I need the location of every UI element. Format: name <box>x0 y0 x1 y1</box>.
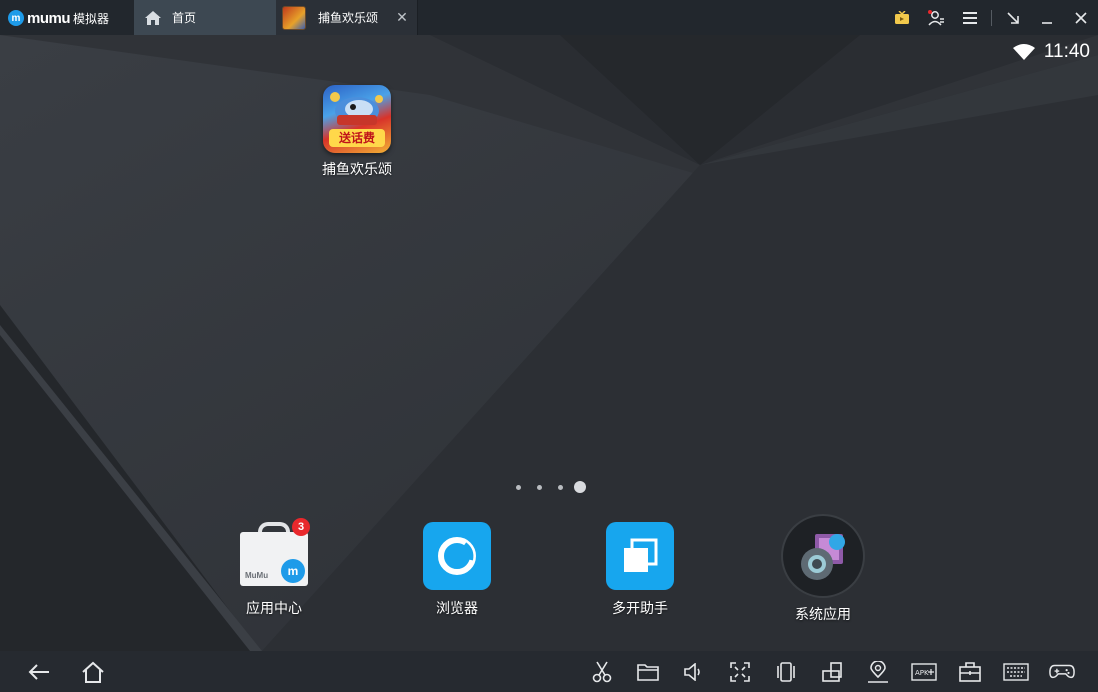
dock-system-apps[interactable]: 系统应用 <box>763 516 883 624</box>
volume-icon[interactable] <box>681 659 707 685</box>
folder-icon[interactable] <box>635 659 661 685</box>
minimize-icon[interactable] <box>1030 0 1064 35</box>
logo-badge-icon: m <box>8 10 24 26</box>
wallpaper <box>0 35 1098 651</box>
emulator-toolbar: APK <box>0 651 1098 692</box>
dock-app-label: 应用中心 <box>246 600 302 616</box>
gamepad-icon[interactable] <box>1049 659 1075 685</box>
fullscreen-icon[interactable] <box>727 659 753 685</box>
app-logo: m mumu 模拟器 <box>8 8 109 28</box>
page-dot-active[interactable] <box>574 481 586 493</box>
tab-close-icon[interactable]: ✕ <box>395 10 409 24</box>
tab-home-label: 首页 <box>172 11 197 25</box>
wifi-icon <box>1012 43 1036 61</box>
home-icon <box>144 10 162 26</box>
minimize-to-tray-icon[interactable] <box>996 0 1030 35</box>
system-apps-icon <box>783 516 863 596</box>
title-bar: m mumu 模拟器 首页 捕鱼欢乐颂 ✕ <box>0 0 1098 35</box>
android-home-screen: 11:40 送话费 捕鱼欢乐颂 MuMu m 3 应用中心 浏览器 多开助手 系… <box>0 35 1098 651</box>
location-icon[interactable] <box>865 659 891 685</box>
page-indicator <box>0 480 1098 494</box>
app-center-icon: MuMu m 3 <box>240 518 310 590</box>
multi-instance-icon <box>606 522 674 590</box>
status-clock: 11:40 <box>1043 41 1090 62</box>
page-dot[interactable] <box>516 485 521 490</box>
dock-multi-instance[interactable]: 多开助手 <box>580 522 700 618</box>
rotate-icon[interactable] <box>819 659 845 685</box>
game-thumbnail-icon <box>282 5 306 30</box>
dock-app-label: 系统应用 <box>795 606 851 622</box>
menu-icon[interactable] <box>953 0 987 35</box>
dock-browser[interactable]: 浏览器 <box>397 522 517 618</box>
home-icon[interactable] <box>80 659 106 685</box>
close-icon[interactable] <box>1064 0 1098 35</box>
fishing-game-icon: 送话费 <box>323 85 391 153</box>
notification-badge: 3 <box>292 518 310 536</box>
status-bar: 11:40 <box>1012 39 1090 65</box>
tab-game[interactable]: 捕鱼欢乐颂 ✕ <box>276 0 418 35</box>
page-dot[interactable] <box>537 485 542 490</box>
mumu-logo-icon: m <box>281 559 305 583</box>
logo-subtitle: 模拟器 <box>73 11 110 26</box>
keyboard-icon[interactable] <box>1003 659 1029 685</box>
toolbox-icon[interactable] <box>957 659 983 685</box>
page-dot[interactable] <box>558 485 563 490</box>
store-brand-text: MuMu <box>245 571 269 580</box>
dock-app-label: 多开助手 <box>612 600 668 616</box>
dock-app-center[interactable]: MuMu m 3 应用中心 <box>214 518 334 618</box>
apk-install-icon[interactable]: APK <box>911 659 937 685</box>
controls-divider <box>991 9 992 26</box>
window-controls <box>885 0 1098 35</box>
tab-home[interactable]: 首页 <box>134 0 276 35</box>
dock-app-label: 浏览器 <box>436 600 478 616</box>
tab-game-label: 捕鱼欢乐颂 <box>318 11 379 25</box>
shake-icon[interactable] <box>773 659 799 685</box>
svg-text:APK: APK <box>915 669 929 677</box>
browser-icon <box>423 522 491 590</box>
desktop-app-fishing-game[interactable]: 送话费 捕鱼欢乐颂 <box>297 85 417 179</box>
desktop-app-label: 捕鱼欢乐颂 <box>322 161 392 177</box>
game-promo-label: 送话费 <box>329 129 385 147</box>
user-icon[interactable] <box>919 0 953 35</box>
tv-icon[interactable] <box>885 0 919 35</box>
logo-text: mumu <box>27 9 71 27</box>
scissors-icon[interactable] <box>589 659 615 685</box>
back-icon[interactable] <box>26 659 52 685</box>
